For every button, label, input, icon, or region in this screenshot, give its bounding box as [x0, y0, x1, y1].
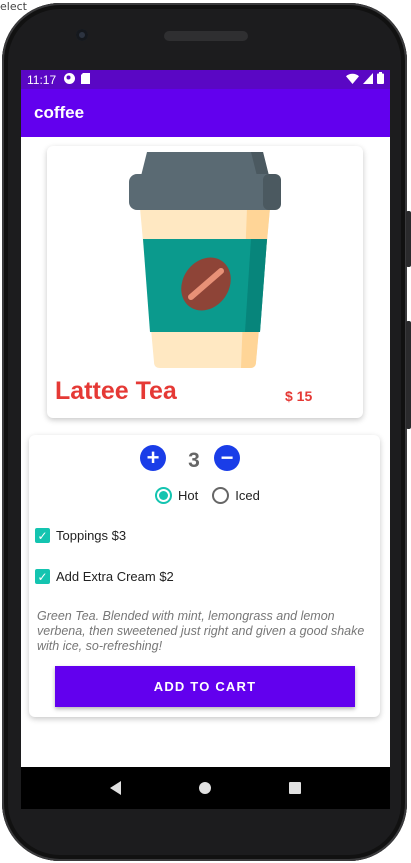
- app-title: coffee: [34, 103, 85, 122]
- app-bar: coffee: [21, 89, 390, 137]
- recent-apps-icon[interactable]: [289, 782, 301, 794]
- temperature-radio-group: Hot Iced: [155, 487, 260, 504]
- extra-cream-checkbox-row[interactable]: ✓ Add Extra Cream $2: [35, 569, 174, 584]
- radio-iced-label[interactable]: Iced: [235, 488, 260, 503]
- earpiece-speaker: [164, 31, 248, 41]
- battery-icon: [377, 72, 384, 87]
- product-price: $ 15: [285, 388, 313, 404]
- signal-icon: [363, 72, 373, 87]
- back-icon[interactable]: [110, 781, 121, 795]
- wifi-icon: [346, 73, 359, 87]
- window-corner-text: elect: [0, 0, 27, 13]
- status-time: 11:17: [27, 72, 57, 87]
- navigation-bar: [21, 767, 390, 809]
- app-screen: 11:17 coffee Lattee Tea $ 15 + 3 − Hot I…: [21, 70, 390, 809]
- sd-card-icon: [81, 72, 91, 87]
- checkbox-checked-icon[interactable]: ✓: [35, 569, 50, 584]
- product-card: Lattee Tea $ 15: [47, 146, 363, 418]
- decrement-button[interactable]: −: [214, 445, 240, 471]
- front-camera-icon: [76, 29, 88, 41]
- extra-cream-label[interactable]: Add Extra Cream $2: [56, 569, 174, 584]
- home-icon[interactable]: [199, 782, 211, 794]
- increment-button[interactable]: +: [140, 445, 166, 471]
- volume-button: [406, 321, 411, 429]
- status-bar: 11:17: [21, 70, 390, 89]
- main-content[interactable]: Lattee Tea $ 15 + 3 − Hot Iced ✓ Topping…: [21, 137, 390, 733]
- notification-app-icon: [64, 72, 76, 87]
- product-description: Green Tea. Blended with mint, lemongrass…: [37, 609, 365, 653]
- quantity-value: 3: [188, 449, 200, 472]
- radio-hot-label[interactable]: Hot: [178, 488, 198, 503]
- coffee-cup-icon: [129, 152, 281, 368]
- checkbox-checked-icon[interactable]: ✓: [35, 528, 50, 543]
- options-card: + 3 − Hot Iced ✓ Toppings $3 ✓ Add Extra…: [29, 435, 380, 717]
- radio-hot[interactable]: [155, 487, 172, 504]
- radio-iced[interactable]: [212, 487, 230, 504]
- add-to-cart-button[interactable]: ADD TO CART: [55, 666, 355, 707]
- phone-frame: 11:17 coffee Lattee Tea $ 15 + 3 − Hot I…: [2, 3, 411, 861]
- product-name: Lattee Tea: [55, 377, 177, 405]
- toppings-label[interactable]: Toppings $3: [56, 528, 126, 543]
- toppings-checkbox-row[interactable]: ✓ Toppings $3: [35, 528, 126, 543]
- power-button: [406, 211, 411, 267]
